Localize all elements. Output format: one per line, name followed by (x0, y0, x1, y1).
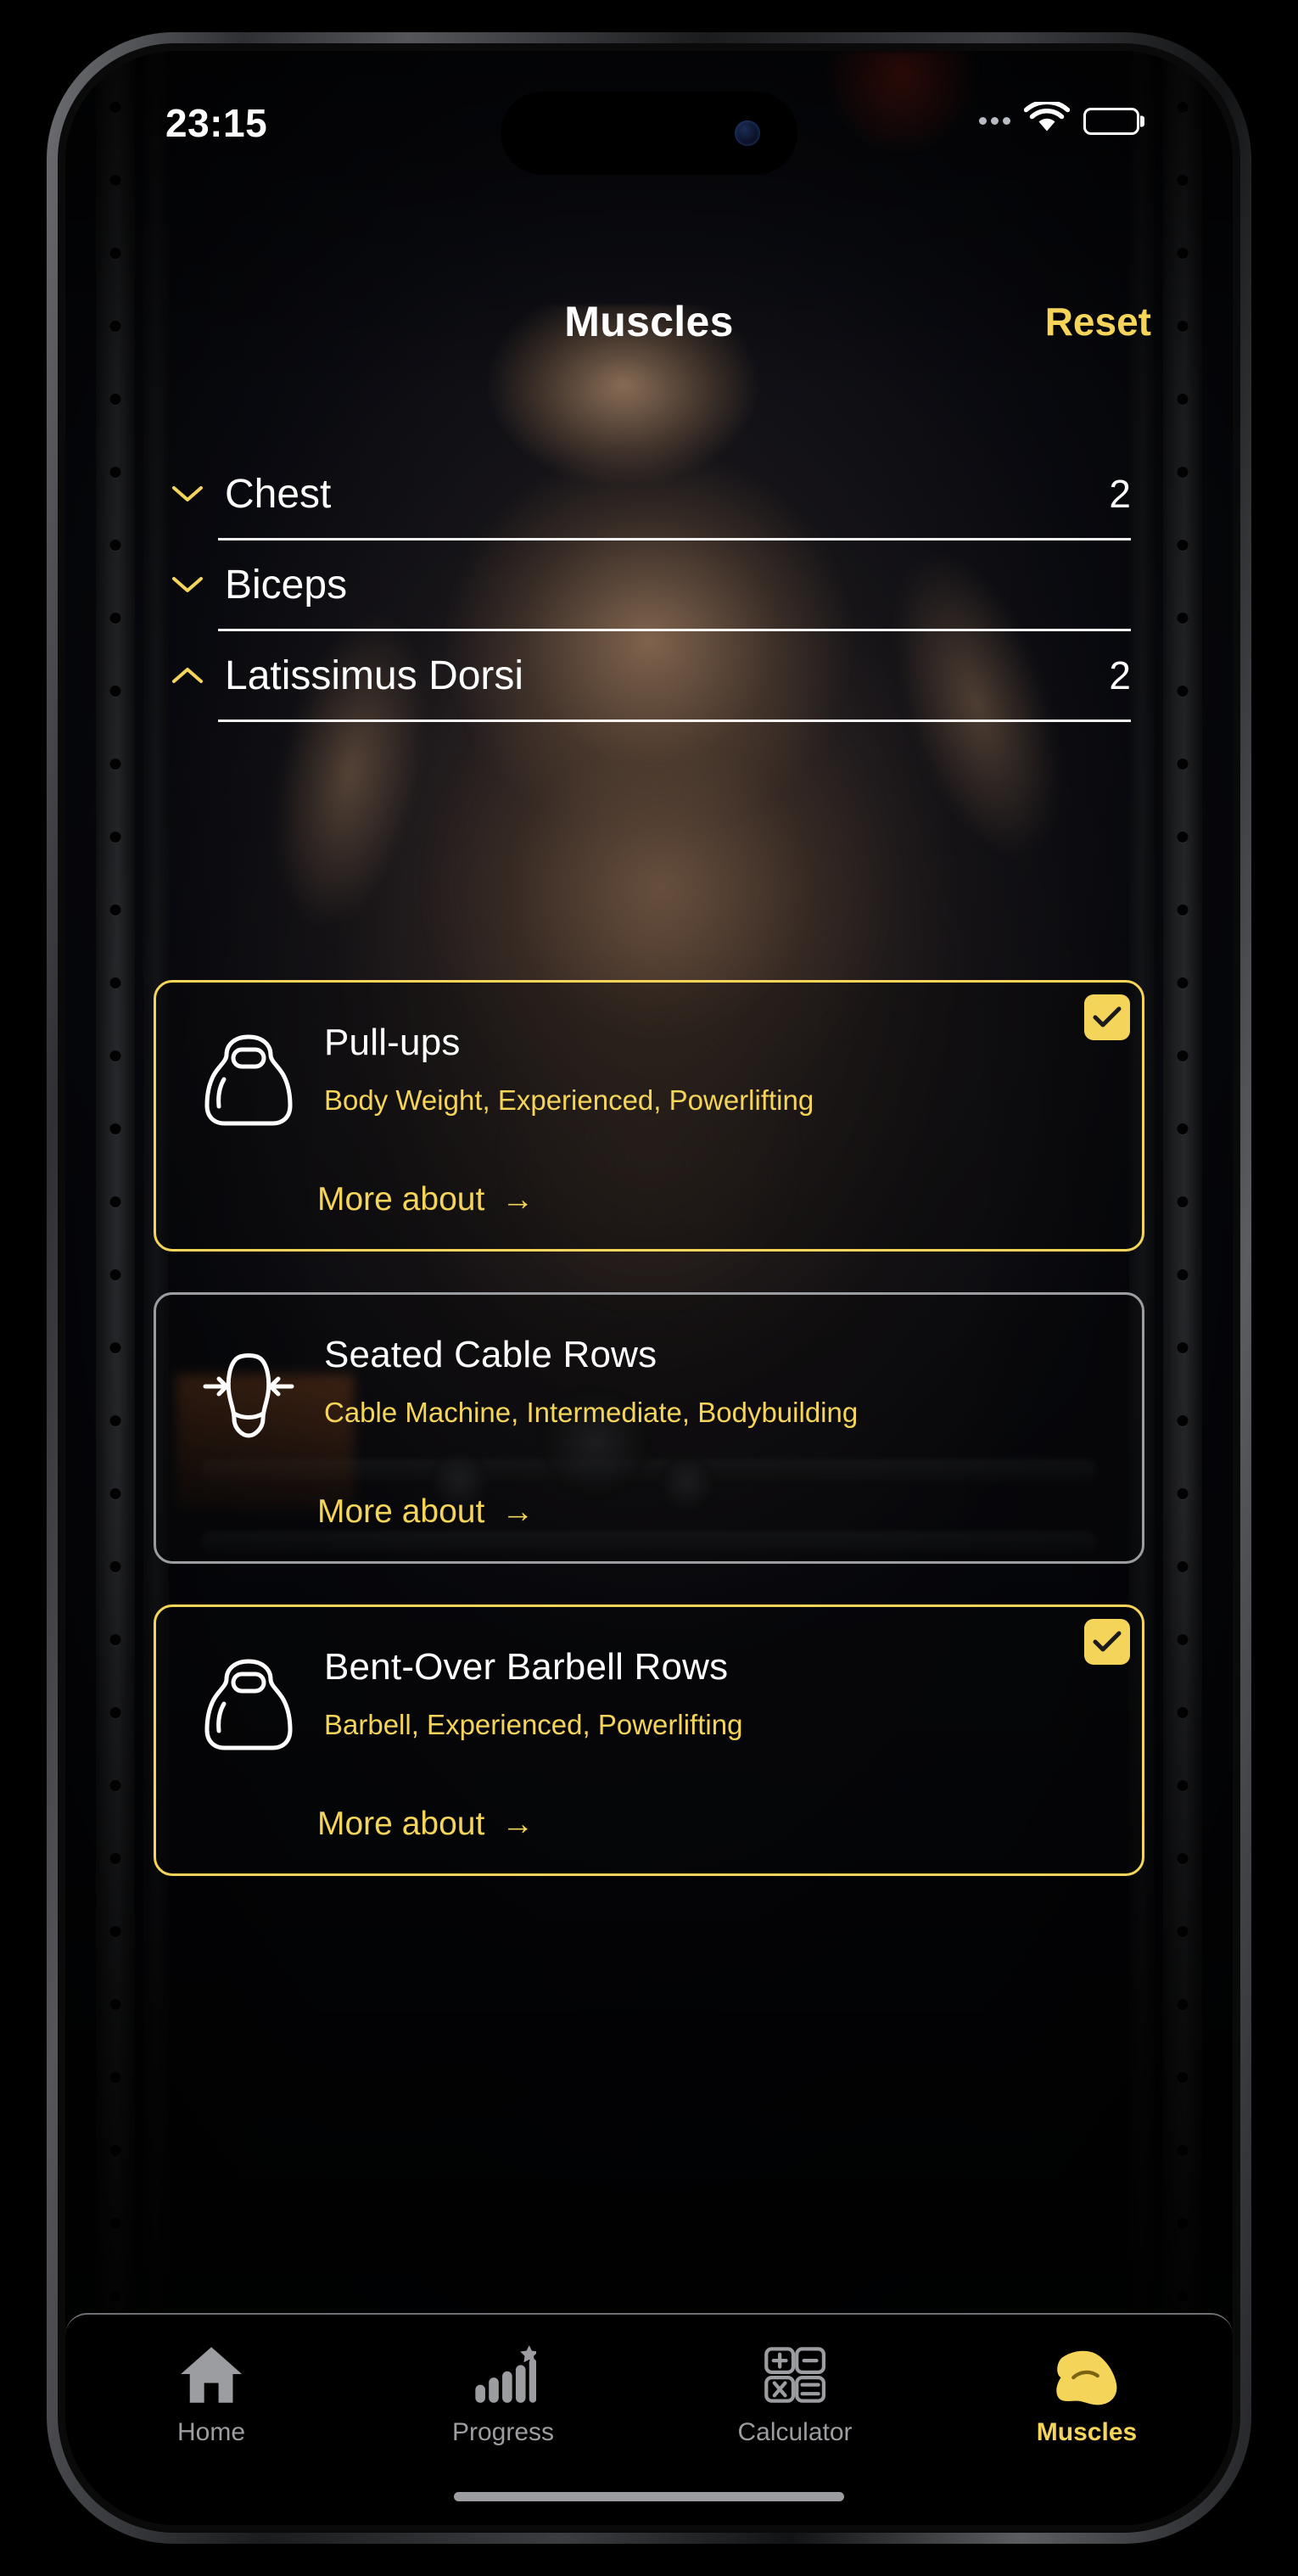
chevron-down-icon (165, 574, 210, 595)
dynamic-island (501, 92, 797, 175)
muscle-group-label: Biceps (225, 562, 348, 608)
muscle-group-latissimus-dorsi: Latissimus Dorsi 2 (165, 631, 1131, 722)
tab-label: Calculator (737, 2418, 853, 2446)
checkmark-icon (1093, 1006, 1122, 1028)
exercise-card[interactable]: Pull-ups Body Weight, Experienced, Power… (154, 980, 1144, 1252)
home-indicator[interactable] (454, 2492, 844, 2501)
phone-bezel: 23:15 Muscles Reset Chest 2 Biceps Latis… (58, 43, 1240, 2533)
exercise-title: Seated Cable Rows (324, 1334, 657, 1375)
kettlebell-icon (185, 1016, 312, 1144)
tab-muscles[interactable]: Muscles (941, 2344, 1233, 2447)
phone-frame: 23:15 Muscles Reset Chest 2 Biceps Latis… (47, 32, 1251, 2544)
exercise-card[interactable]: Bent-Over Barbell Rows Barbell, Experien… (154, 1604, 1144, 1876)
divider (218, 720, 1131, 722)
muscle-group-latissimus-dorsi-header[interactable]: Latissimus Dorsi 2 (165, 631, 1131, 720)
arrow-right-icon: → (501, 1182, 534, 1218)
muscle-group-count: 2 (1109, 472, 1131, 516)
tab-calculator[interactable]: Calculator (649, 2344, 941, 2447)
muscle-group-chest: Chest 2 (165, 450, 1131, 540)
exercise-title: Bent-Over Barbell Rows (324, 1646, 729, 1688)
tab-label: Home (176, 2418, 246, 2446)
chevron-down-icon (165, 484, 210, 504)
more-about-link[interactable]: More about → (317, 1181, 534, 1218)
muscle-group-biceps-header[interactable]: Biceps (165, 540, 1131, 629)
kettlebell-icon (185, 1641, 312, 1768)
exercise-title: Pull-ups (324, 1022, 461, 1063)
phone-screen: 23:15 Muscles Reset Chest 2 Biceps Latis… (65, 51, 1233, 2525)
muscle-group-biceps: Biceps (165, 540, 1131, 631)
signal-dots-icon (979, 117, 1010, 125)
exercise-meta: Body Weight, Experienced, Powerlifting (324, 1084, 814, 1116)
status-bar: 23:15 (65, 51, 1233, 178)
muscle-group-chest-header[interactable]: Chest 2 (165, 450, 1131, 538)
exercise-card[interactable]: Seated Cable Rows Cable Machine, Interme… (154, 1292, 1144, 1564)
back-muscle-icon (185, 1329, 312, 1456)
exercise-meta: Cable Machine, Intermediate, Bodybuildin… (324, 1397, 859, 1428)
exercise-checkbox[interactable] (1084, 1619, 1130, 1665)
arrow-right-icon: → (501, 1494, 534, 1530)
battery-icon (1083, 107, 1139, 135)
more-about-label: More about (317, 1493, 485, 1530)
status-time: 23:15 (165, 101, 268, 145)
exercise-card-list: Pull-ups Body Weight, Experienced, Power… (65, 980, 1233, 1917)
exercise-checkbox[interactable] (1084, 994, 1130, 1040)
more-about-label: More about (317, 1181, 485, 1218)
calculator-icon (762, 2344, 828, 2406)
flexed-biceps-icon (1054, 2344, 1120, 2406)
tab-home[interactable]: Home (65, 2344, 357, 2447)
status-indicators (979, 99, 1139, 140)
muscle-group-label: Chest (225, 471, 332, 517)
more-about-label: More about (317, 1806, 485, 1842)
tab-label: Muscles (1036, 2418, 1138, 2446)
checkmark-icon (1093, 1631, 1122, 1652)
exercise-meta: Barbell, Experienced, Powerlifting (324, 1709, 743, 1740)
muscle-group-label: Latissimus Dorsi (225, 652, 524, 698)
more-about-link[interactable]: More about → (317, 1806, 534, 1843)
tab-label: Progress (451, 2418, 555, 2446)
page-title: Muscles (564, 298, 734, 345)
home-icon (178, 2344, 244, 2406)
wifi-icon (1023, 99, 1071, 140)
bar-chart-star-icon (470, 2344, 537, 2406)
front-camera (735, 120, 760, 146)
app-header: Muscles Reset (65, 297, 1233, 365)
reset-button[interactable]: Reset (1045, 299, 1151, 344)
arrow-right-icon: → (501, 1806, 534, 1842)
more-about-link[interactable]: More about → (317, 1493, 534, 1531)
muscle-group-count: 2 (1109, 653, 1131, 697)
chevron-up-icon (165, 665, 210, 686)
muscle-group-list: Chest 2 Biceps Latissimus Dorsi 2 (65, 450, 1233, 722)
tab-progress[interactable]: Progress (357, 2344, 649, 2447)
